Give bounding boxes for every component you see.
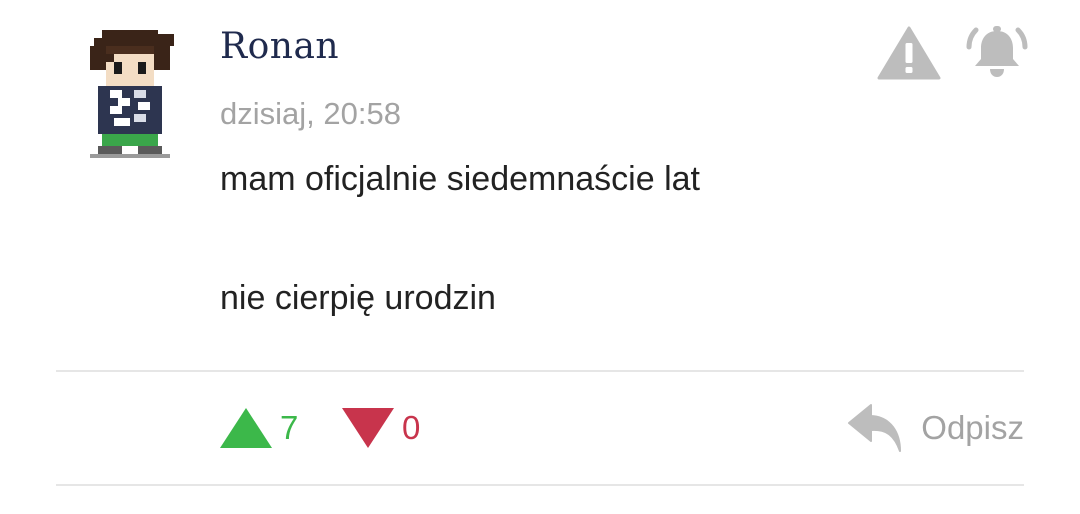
divider	[56, 370, 1024, 372]
comment-timestamp: dzisiaj, 20:58	[220, 96, 401, 131]
downvote-button[interactable]: 0	[340, 404, 420, 452]
reply-arrow-icon	[848, 404, 902, 452]
comment-body-line: nie cierpię urodzin	[220, 279, 496, 317]
reply-button[interactable]: Odpisz	[847, 400, 1024, 456]
arrow-down-icon	[342, 408, 394, 448]
bell-icon[interactable]	[966, 24, 1028, 80]
warning-triangle-icon[interactable]	[877, 26, 941, 80]
upvote-count: 7	[280, 409, 299, 446]
comment-body-line: mam oficjalnie siedemnaście lat	[220, 160, 700, 198]
arrow-up-icon	[220, 408, 272, 448]
divider	[56, 484, 1024, 486]
downvote-count: 0	[402, 409, 421, 446]
comment-author[interactable]: Ronan	[220, 26, 339, 67]
upvote-button[interactable]: 7	[218, 404, 298, 452]
user-avatar[interactable]	[78, 26, 182, 162]
reply-label: Odpisz	[921, 409, 1024, 446]
